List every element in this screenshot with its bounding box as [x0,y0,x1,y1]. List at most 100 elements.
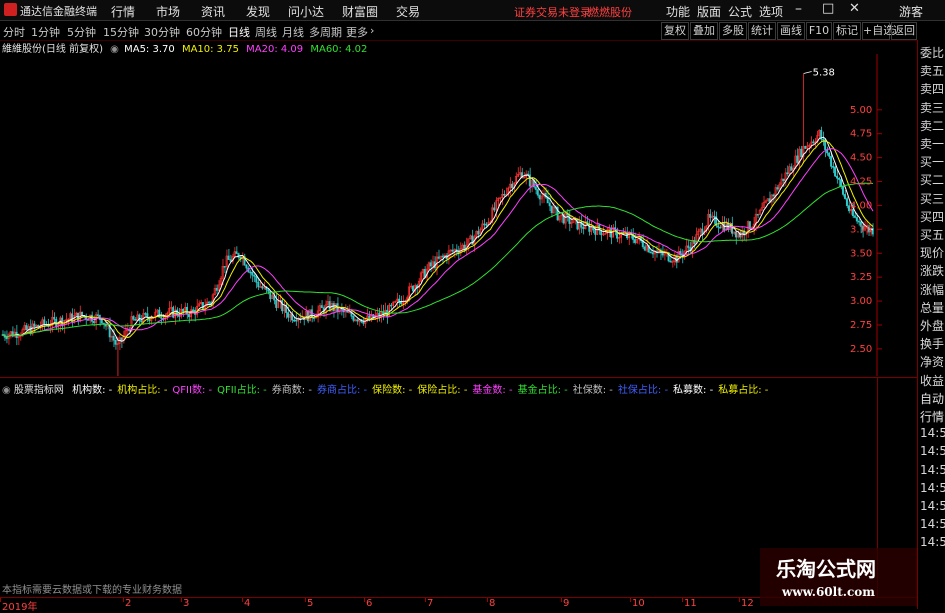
tool-mark-button[interactable]: 标记 [833,22,861,40]
candle-body [332,303,335,311]
date-label: 4 [244,598,251,609]
tool-f10-button[interactable]: F10 [806,22,832,40]
candle-body [249,271,252,274]
side-panel-label: 换手 [920,337,945,352]
period-tick[interactable]: 分时 [3,24,25,40]
date-tick [487,598,488,602]
side-panel-label: 卖四 [920,82,945,97]
period-60min[interactable]: 60分钟 [186,24,222,40]
date-tick [425,598,426,602]
chevron-right-icon[interactable]: › [370,24,374,37]
candle-body [423,269,426,278]
tool-overlay-button[interactable]: 叠加 [690,22,718,40]
menu-item-discover[interactable]: 发现 [246,3,270,20]
period-1min[interactable]: 1分钟 [31,24,60,40]
menu-item-options[interactable]: 选项 [759,3,783,20]
period-weekly[interactable]: 周线 [255,24,277,40]
tool-stats-button[interactable]: 统计 [748,22,776,40]
candle-body [209,302,212,304]
candle-body [429,262,432,267]
candle-body [483,223,486,226]
price-tick-label: 5.00 [850,105,872,116]
footer-note: 本指标需要云数据或下载的专业财务数据 [2,585,182,596]
indicator-field: QFII数: - [172,385,213,396]
date-tick [739,598,740,602]
login-warning[interactable]: 证券交易未登录 [514,4,591,20]
annotation-leader [803,71,812,74]
side-panel-label: 买三 [920,191,945,206]
date-label: 6 [366,598,373,609]
period-multi[interactable]: 多周期 [309,24,342,40]
candle-body [756,213,759,216]
candle-body [550,205,553,214]
menu-item-market[interactable]: 市场 [156,3,180,20]
candle-body [451,249,454,252]
candle-body [362,321,365,324]
price-tick-label: 3.75 [850,224,872,235]
date-tick [123,598,124,602]
indicator-field: 私募占比: - [718,385,769,396]
period-5min[interactable]: 5分钟 [67,24,96,40]
menu-item-trade[interactable]: 交易 [396,3,420,20]
close-icon[interactable]: ✕ [849,1,860,16]
menu-item-layout[interactable]: 版面 [697,3,721,20]
tool-draw-button[interactable]: 画线 [777,22,805,40]
user-label[interactable]: 游客 [899,3,923,20]
candle-body [651,252,654,255]
candle-body [306,310,309,322]
period-daily[interactable]: 日线 [228,24,250,40]
candle-body [649,251,652,254]
candle-body [235,251,238,254]
tool-add-watch-button[interactable]: +自选 [862,22,894,40]
side-panel-label: 总量 [920,300,945,315]
menu-item-ask[interactable]: 问小达 [288,3,324,20]
side-panel-label: 卖二 [920,118,945,133]
candle-body [701,228,704,235]
candle-body [437,256,440,259]
menu-item-news[interactable]: 资讯 [201,3,225,20]
candle-body [511,183,514,189]
candle-body [616,229,619,239]
candle-body [5,336,8,340]
candle-body [582,226,585,230]
menu-item-function[interactable]: 功能 [666,3,690,20]
candle-body [713,215,716,218]
candle-body [548,202,551,207]
price-tick-label: 4.75 [850,129,872,140]
date-tick [630,598,631,602]
date-label: 5 [307,598,314,609]
date-label: 2 [125,598,132,609]
side-panel-label: 14:5 [920,499,945,513]
indicator-field: 基金占比: - [517,385,568,396]
candle-body [182,308,185,312]
period-15min[interactable]: 15分钟 [103,24,139,40]
side-panel-label: 14:5 [920,462,945,477]
candle-body [207,301,210,304]
menu-item-wealth[interactable]: 财富圈 [342,3,378,20]
indicator-settings-icon[interactable]: ◉ [2,385,11,396]
candle-body [53,316,56,320]
date-label: 10 [632,598,645,609]
candlestick-chart[interactable]: 2.50 2.75 3.00 3.25 3.50 3.75 4.00 4.25 4.50 4.75… [0,54,917,376]
candle-body [576,218,579,230]
date-tick [0,598,1,602]
menu-item-formula[interactable]: 公式 [728,3,752,20]
candle-body [843,194,846,199]
candle-body [830,156,833,167]
candle-body [267,289,270,292]
tool-adjust-button[interactable]: 复权 [661,22,689,40]
date-label: 2019年 [2,602,38,613]
menu-item-quotes[interactable]: 行情 [111,3,135,20]
date-tick [682,598,683,602]
side-panel-label: 14:5 [920,535,945,550]
candle-body [356,319,359,322]
period-monthly[interactable]: 月线 [282,24,304,40]
tool-back-button[interactable]: 返回 [891,22,917,40]
period-more[interactable]: 更多 [346,24,368,40]
maximize-icon[interactable]: □ [822,1,834,16]
period-30min[interactable]: 30分钟 [144,24,180,40]
side-panel-label: 14:5 [920,517,945,532]
tool-multi-stock-button[interactable]: 多股 [719,22,747,40]
candle-body [295,319,297,322]
minimize-icon[interactable]: – [795,1,802,17]
